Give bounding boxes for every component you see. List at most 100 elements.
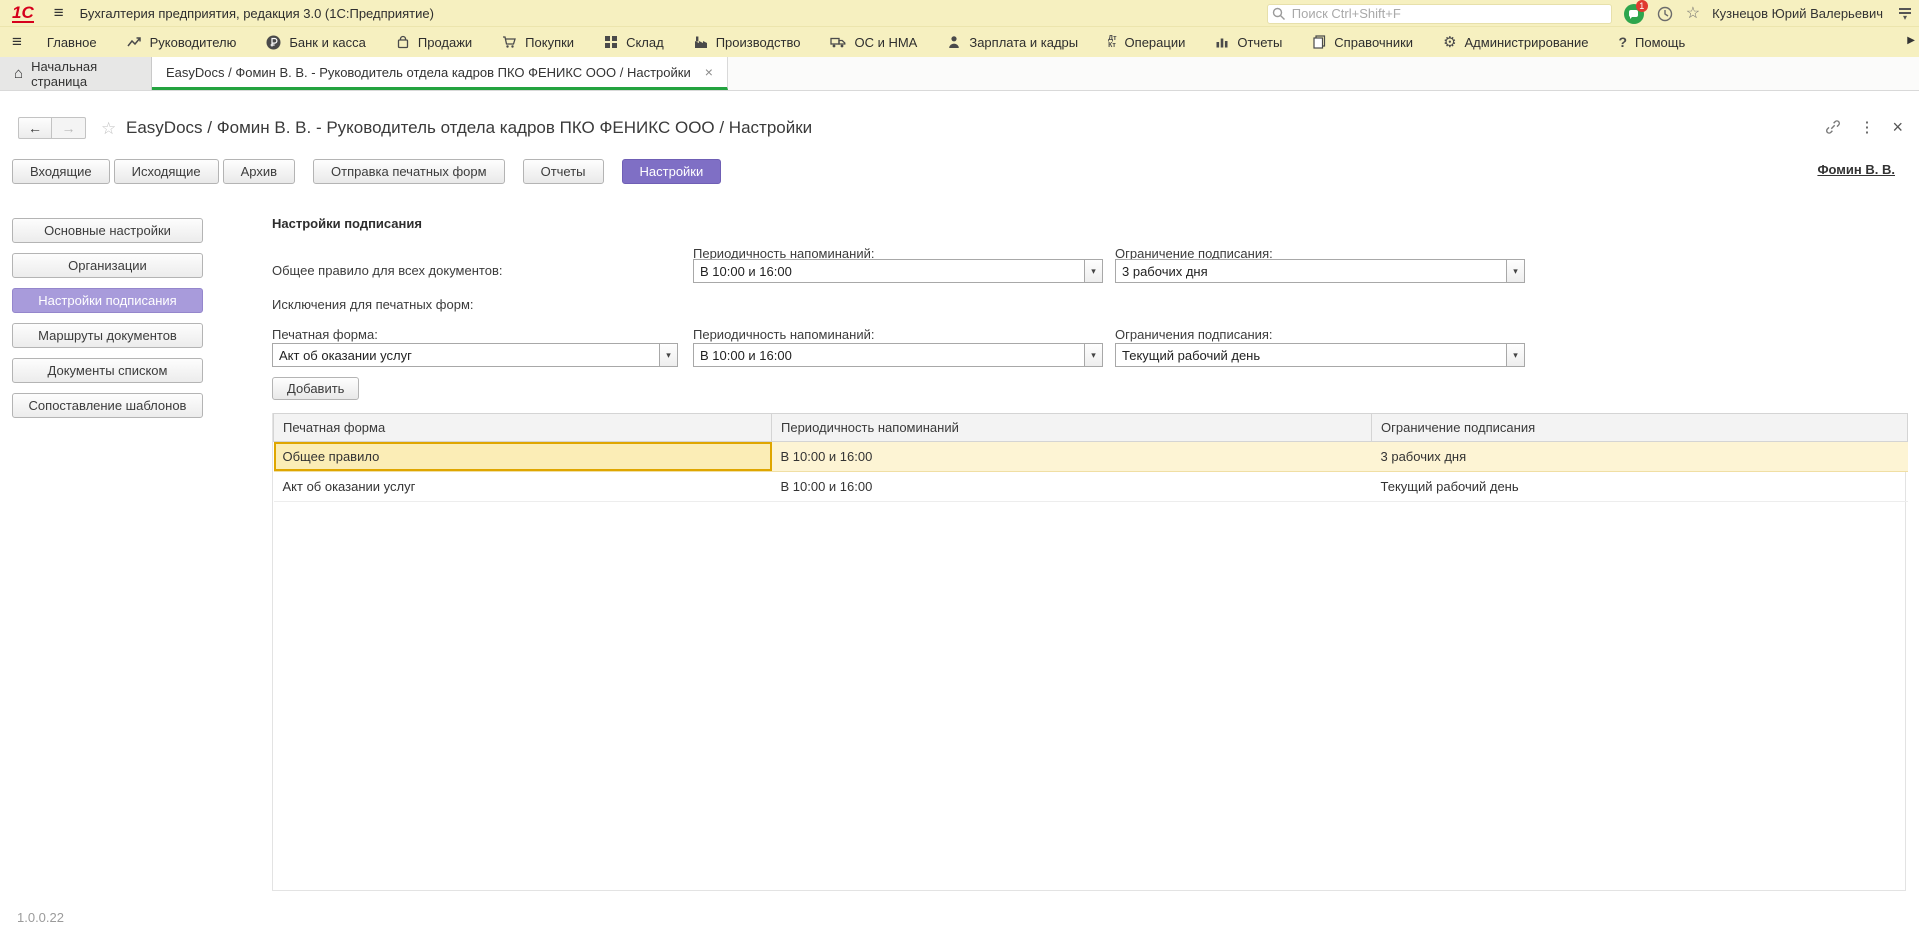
sidebar-item-organizations[interactable]: Организации <box>12 253 203 278</box>
general-rule-label: Общее правило для всех документов: <box>272 263 502 278</box>
gear-icon: ⚙ <box>1443 35 1456 50</box>
ruble-icon <box>266 35 281 50</box>
favorites-star-icon[interactable]: ☆ <box>1686 6 1700 22</box>
combo-value: В 10:00 и 16:00 <box>694 260 1084 282</box>
send-printforms-button[interactable]: Отправка печатных форм <box>313 159 505 184</box>
table-cell[interactable]: В 10:00 и 16:00 <box>772 472 1372 502</box>
table-cell[interactable]: В 10:00 и 16:00 <box>772 442 1372 472</box>
menu-overflow-icon[interactable]: ▶ <box>1907 35 1915 46</box>
table-cell[interactable]: Текущий рабочий день <box>1372 472 1908 502</box>
table-cell[interactable]: Общее правило <box>274 442 772 472</box>
tab-strip: ⌂ Начальная страница EasyDocs / Фомин В.… <box>0 57 1919 91</box>
menu-item-bank-i-kassa[interactable]: Банк и касса <box>251 27 381 57</box>
app-version: 1.0.0.22 <box>17 910 64 925</box>
sidebar-item-main-settings[interactable]: Основные настройки <box>12 218 203 243</box>
menu-label: Продажи <box>418 35 472 50</box>
menu-item-prodazhi[interactable]: Продажи <box>381 27 487 57</box>
forward-button[interactable]: → <box>52 117 86 139</box>
reminder-frequency-select-2[interactable]: В 10:00 и 16:00 ▾ <box>693 343 1103 367</box>
chat-tail-shape <box>1630 16 1633 19</box>
page-header-actions: ⋮ × <box>1825 118 1903 136</box>
menu-item-operacii[interactable]: ДтКт Операции <box>1093 27 1200 57</box>
menu-item-pomosch[interactable]: ? Помощь <box>1603 27 1700 57</box>
nav-history-buttons: ← → <box>18 117 86 139</box>
sidebar-item-documents-list[interactable]: Документы списком <box>12 358 203 383</box>
global-search <box>1267 4 1612 24</box>
more-actions-icon[interactable]: ⋮ <box>1859 118 1874 136</box>
page-header: ← → ☆ EasyDocs / Фомин В. В. - Руководит… <box>0 91 1919 155</box>
get-link-icon[interactable] <box>1825 119 1841 135</box>
menu-item-spravochniki[interactable]: Справочники <box>1297 27 1428 57</box>
menu-item-sklad[interactable]: Склад <box>589 27 679 57</box>
truck-icon <box>830 35 846 49</box>
menu-item-administrirovanie[interactable]: ⚙ Администрирование <box>1428 27 1603 57</box>
column-header-reminder-frequency[interactable]: Периодичность напоминаний <box>772 414 1372 442</box>
column-header-signing-limit[interactable]: Ограничение подписания <box>1372 414 1908 442</box>
dropdown-arrow-icon[interactable]: ▾ <box>1506 260 1524 282</box>
favorite-star-icon[interactable]: ☆ <box>101 119 116 139</box>
notification-badge: 1 <box>1636 0 1648 12</box>
menu-label: Помощь <box>1635 35 1685 50</box>
tab-home[interactable]: ⌂ Начальная страница <box>0 57 152 90</box>
reports-button[interactable]: Отчеты <box>523 159 604 184</box>
discussions-icon[interactable]: 1 <box>1624 4 1644 24</box>
menu-item-rukovoditelyu[interactable]: Руководителю <box>112 27 252 57</box>
signing-limit-select-1[interactable]: 3 рабочих дня ▾ <box>1115 259 1525 283</box>
menu-item-otchety[interactable]: Отчеты <box>1200 27 1297 57</box>
menu-label: Операции <box>1125 35 1186 50</box>
sidebar-item-template-matching[interactable]: Сопоставление шаблонов <box>12 393 203 418</box>
menu-label: Зарплата и кадры <box>969 35 1078 50</box>
tab-easydocs-settings[interactable]: EasyDocs / Фомин В. В. - Руководитель от… <box>152 57 728 90</box>
column-header-print-form[interactable]: Печатная форма <box>274 414 772 442</box>
menu-label: Справочники <box>1334 35 1413 50</box>
back-button[interactable]: ← <box>18 117 52 139</box>
1c-logo: 1С <box>12 4 34 23</box>
sidebar-item-document-routes[interactable]: Маршруты документов <box>12 323 203 348</box>
dropdown-arrow-icon[interactable]: ▾ <box>1506 344 1524 366</box>
menu-label: Производство <box>716 35 801 50</box>
outgoing-button[interactable]: Исходящие <box>114 159 219 184</box>
table-row[interactable]: Общее правило В 10:00 и 16:00 3 рабочих … <box>274 442 1908 472</box>
menu-item-os-i-nma[interactable]: ОС и НМА <box>815 27 932 57</box>
combo-value: 3 рабочих дня <box>1116 260 1506 282</box>
menu-label: Покупки <box>525 35 574 50</box>
cart-icon <box>502 35 517 49</box>
bar-chart-icon <box>1215 35 1229 49</box>
sections-hamburger-icon[interactable]: ≡ <box>12 32 22 52</box>
settings-button[interactable]: Настройки <box>622 159 722 184</box>
close-tab-icon[interactable]: × <box>705 64 713 80</box>
dropdown-arrow-icon[interactable]: ▾ <box>1084 260 1102 282</box>
menu-item-glavnoe[interactable]: Главное <box>32 27 112 57</box>
menu-label: Администрирование <box>1465 35 1589 50</box>
dtkt-icon: ДтКт <box>1108 35 1116 49</box>
history-icon[interactable] <box>1656 5 1674 23</box>
sidebar-item-signing-settings[interactable]: Настройки подписания <box>12 288 203 313</box>
menu-item-proizvodstvo[interactable]: Производство <box>679 27 816 57</box>
system-menu-icon[interactable]: ▾ <box>1899 7 1911 21</box>
dropdown-arrow-icon[interactable]: ▾ <box>1084 344 1102 366</box>
menu-label: Руководителю <box>150 35 237 50</box>
hamburger-menu-icon[interactable]: ≡ <box>54 3 64 23</box>
table-row[interactable]: Акт об оказании услуг В 10:00 и 16:00 Те… <box>274 472 1908 502</box>
combo-value: В 10:00 и 16:00 <box>694 344 1084 366</box>
combo-value: Текущий рабочий день <box>1116 344 1506 366</box>
search-input[interactable] <box>1267 4 1612 24</box>
dropdown-arrow-icon[interactable]: ▾ <box>659 344 677 366</box>
print-form-select[interactable]: Акт об оказании услуг ▾ <box>272 343 678 367</box>
menu-item-zarplata-i-kadry[interactable]: Зарплата и кадры <box>932 27 1093 57</box>
menu-item-pokupki[interactable]: Покупки <box>487 27 589 57</box>
trend-icon <box>127 35 142 49</box>
menu-label: Склад <box>626 35 664 50</box>
add-button[interactable]: Добавить <box>272 377 359 400</box>
table-cell[interactable]: 3 рабочих дня <box>1372 442 1908 472</box>
table-cell[interactable]: Акт об оказании услуг <box>274 472 772 502</box>
reminder-frequency-select-1[interactable]: В 10:00 и 16:00 ▾ <box>693 259 1103 283</box>
user-link[interactable]: Фомин В. В. <box>1817 162 1895 177</box>
incoming-button[interactable]: Входящие <box>12 159 110 184</box>
table-header-row: Печатная форма Периодичность напоминаний… <box>274 414 1908 442</box>
home-icon: ⌂ <box>14 65 23 82</box>
close-form-icon[interactable]: × <box>1892 118 1903 136</box>
signing-limit-select-2[interactable]: Текущий рабочий день ▾ <box>1115 343 1525 367</box>
current-user[interactable]: Кузнецов Юрий Валерьевич <box>1712 6 1883 21</box>
archive-button[interactable]: Архив <box>223 159 295 184</box>
